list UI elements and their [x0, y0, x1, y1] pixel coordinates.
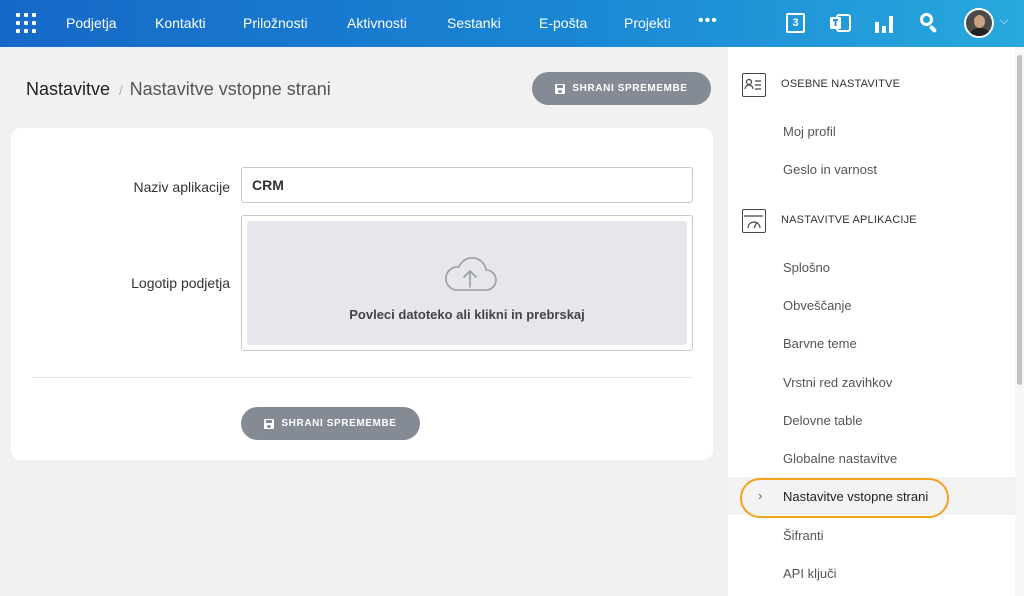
- sidebar-item-general[interactable]: Splošno: [783, 260, 830, 275]
- nav-item-aktivnosti[interactable]: Aktivnosti: [347, 15, 407, 31]
- section-personal-settings: OSEBNE NASTAVITVE: [781, 78, 901, 90]
- chevron-down-icon[interactable]: ⌵: [1000, 15, 1008, 28]
- nav-item-priloznosti[interactable]: Priložnosti: [243, 15, 308, 31]
- nav-item-sestanki[interactable]: Sestanki: [447, 15, 501, 31]
- more-menu-icon[interactable]: •••: [698, 12, 718, 30]
- nav-item-podjetja[interactable]: Podjetja: [66, 15, 117, 31]
- sidebar-item-global-settings[interactable]: Globalne nastavitve: [783, 451, 897, 466]
- save-button-label: SHRANI SPREMEMBE: [281, 418, 397, 429]
- save-changes-button-top[interactable]: SHRANI SPREMEMBE: [532, 72, 711, 105]
- settings-sidebar: OSEBNE NASTAVITVE Moj profil Geslo in va…: [728, 47, 1015, 596]
- breadcrumb: Nastavitve / Nastavitve vstopne strani: [26, 79, 331, 100]
- sidebar-item-api-keys[interactable]: API ključi: [783, 566, 836, 581]
- scrollbar-thumb[interactable]: [1017, 55, 1022, 385]
- nav-item-kontakti[interactable]: Kontakti: [155, 15, 206, 31]
- sidebar-item-notifications[interactable]: Obveščanje: [783, 298, 852, 313]
- sidebar-item-password-security[interactable]: Geslo in varnost: [783, 162, 877, 177]
- sidebar-item-tab-order[interactable]: Vrstni red zavihkov: [783, 375, 892, 390]
- bar-chart-icon[interactable]: [872, 11, 896, 35]
- upload-area: Povleci datoteko ali klikni in prebrskaj: [247, 221, 687, 345]
- app-name-input[interactable]: [241, 167, 693, 203]
- upload-instructions: Povleci datoteko ali klikni in prebrskaj: [349, 307, 585, 322]
- page-title: Nastavitve vstopne strani: [129, 79, 331, 99]
- nav-item-projekti[interactable]: Projekti: [624, 15, 671, 31]
- calendar-day-number: 3: [792, 17, 799, 29]
- breadcrumb-separator: /: [119, 83, 123, 98]
- sidebar-item-my-profile[interactable]: Moj profil: [783, 124, 836, 139]
- app-name-label: Naziv aplikacije: [133, 179, 230, 195]
- sidebar-item-color-themes[interactable]: Barvne teme: [783, 336, 857, 351]
- search-icon[interactable]: [918, 11, 942, 35]
- logo-upload-dropzone[interactable]: Povleci datoteko ali klikni in prebrskaj: [241, 215, 693, 351]
- top-navigation-bar: Podjetja Kontakti Priložnosti Aktivnosti…: [0, 0, 1024, 47]
- nav-item-eposta[interactable]: E-pošta: [539, 15, 587, 31]
- teams-icon[interactable]: [828, 11, 852, 35]
- apps-grid-icon[interactable]: [16, 13, 36, 33]
- cloud-upload-icon: [445, 257, 497, 291]
- save-changes-button-bottom[interactable]: SHRANI SPREMEMBE: [241, 407, 420, 440]
- avatar[interactable]: [964, 8, 994, 38]
- sidebar-scrollbar[interactable]: [1015, 47, 1024, 596]
- breadcrumb-root[interactable]: Nastavitve: [26, 79, 110, 99]
- app-settings-icon: [742, 209, 766, 233]
- save-disk-icon: [264, 418, 275, 429]
- id-card-icon: [742, 73, 766, 97]
- save-button-label: SHRANI SPREMEMBE: [572, 83, 688, 94]
- active-item-highlight: [740, 478, 949, 518]
- sidebar-item-codebooks[interactable]: Šifranti: [783, 528, 823, 543]
- section-app-settings: NASTAVITVE APLIKACIJE: [781, 214, 917, 226]
- sidebar-item-dashboards[interactable]: Delovne table: [783, 413, 863, 428]
- company-logo-label: Logotip podjetja: [131, 275, 230, 291]
- calendar-icon[interactable]: 3: [784, 11, 808, 35]
- save-disk-icon: [555, 83, 566, 94]
- form-divider: [33, 377, 693, 378]
